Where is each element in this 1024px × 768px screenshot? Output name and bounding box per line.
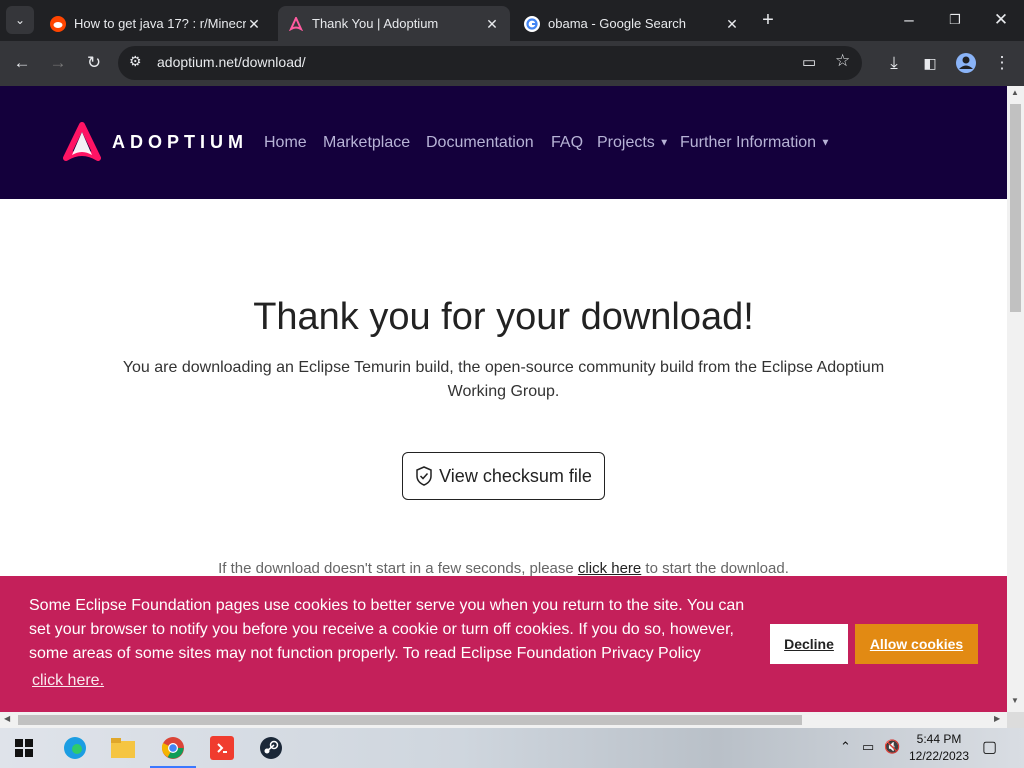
- page-subtitle: You are downloading an Eclipse Temurin b…: [122, 359, 885, 400]
- scroll-right-icon[interactable]: ▶: [994, 714, 1000, 723]
- download-note: If the download doesn't start in a few s…: [0, 560, 1007, 577]
- nav-further-information[interactable]: Further Information ▼: [680, 134, 830, 152]
- file-explorer-icon[interactable]: [109, 734, 137, 762]
- system-clock[interactable]: 5:44 PM 12/22/2023: [906, 731, 972, 765]
- forward-icon[interactable]: →: [44, 49, 72, 77]
- page-content: ADOPTIUM Home Marketplace Documentation …: [0, 86, 1007, 712]
- adoptium-logo-icon[interactable]: [63, 122, 101, 167]
- shield-check-icon: [415, 466, 433, 486]
- tab-reddit[interactable]: How to get java 17? : r/Minecra ✕: [40, 6, 272, 41]
- address-bar[interactable]: ⚙ adoptium.net/download/ ▭ ☆: [118, 46, 862, 80]
- notifications-icon[interactable]: ▢: [982, 737, 997, 757]
- back-icon[interactable]: ←: [8, 49, 36, 77]
- chrome-icon[interactable]: [159, 734, 187, 762]
- tab-search-button[interactable]: ⌄: [6, 6, 34, 34]
- nav-projects-label: Projects: [597, 134, 655, 151]
- nav-marketplace[interactable]: Marketplace: [323, 134, 410, 152]
- cookie-banner: Some Eclipse Foundation pages use cookie…: [0, 576, 1007, 712]
- nav-documentation[interactable]: Documentation: [426, 134, 534, 152]
- download-note-suffix: to start the download.: [641, 560, 789, 577]
- view-checksum-button[interactable]: View checksum file: [402, 452, 605, 500]
- download-note-prefix: If the download doesn't start in a few s…: [218, 560, 578, 577]
- steam-icon[interactable]: [257, 734, 285, 762]
- url-text[interactable]: adoptium.net/download/: [157, 54, 306, 70]
- privacy-policy-link[interactable]: click here.: [32, 669, 104, 693]
- decline-cookies-button[interactable]: Decline: [770, 624, 848, 664]
- tab-google[interactable]: obama - Google Search ✕: [514, 6, 750, 41]
- nav-further-information-label: Further Information: [680, 134, 817, 151]
- reload-icon[interactable]: ↻: [80, 49, 108, 77]
- horizontal-scroll-thumb[interactable]: [18, 715, 802, 725]
- page-title: Thank you for your download!: [253, 296, 754, 338]
- reddit-icon: [50, 15, 66, 32]
- side-panel-icon[interactable]: ◧: [916, 49, 944, 77]
- close-icon[interactable]: ✕: [246, 16, 262, 32]
- new-tab-button[interactable]: +: [754, 6, 782, 34]
- site-header: ADOPTIUM Home Marketplace Documentation …: [0, 86, 1007, 199]
- nav-faq[interactable]: FAQ: [551, 134, 583, 152]
- tab-title: How to get java 17? : r/Minecra: [74, 16, 246, 31]
- browser-toolbar: ← → ↻ ⚙ adoptium.net/download/ ▭ ☆ ⤓ ◧ ⋮: [0, 41, 1024, 86]
- start-button[interactable]: [10, 734, 38, 762]
- nav-projects[interactable]: Projects ▼: [597, 134, 669, 152]
- site-logo-text[interactable]: ADOPTIUM: [112, 132, 248, 153]
- restore-button[interactable]: ❐: [941, 6, 969, 34]
- clock-time: 5:44 PM: [916, 732, 962, 746]
- close-icon[interactable]: ✕: [724, 16, 740, 32]
- site-info-icon[interactable]: ⚙: [129, 53, 142, 70]
- close-window-button[interactable]: ✕: [987, 6, 1015, 34]
- scrollbar-corner: [1007, 712, 1024, 728]
- nav-home[interactable]: Home: [264, 134, 307, 152]
- windows-icon: [15, 739, 33, 757]
- download-click-here-link[interactable]: click here: [578, 560, 641, 577]
- adoptium-icon: [288, 16, 304, 32]
- google-icon: [524, 15, 540, 32]
- git-app-icon[interactable]: [208, 734, 236, 762]
- minimize-button[interactable]: –: [895, 6, 923, 34]
- view-checksum-label: View checksum file: [439, 465, 592, 486]
- profile-avatar[interactable]: [952, 49, 980, 77]
- menu-icon[interactable]: ⋮: [988, 49, 1016, 77]
- scroll-down-icon[interactable]: ▼: [1011, 696, 1019, 705]
- cookie-message-text: Some Eclipse Foundation pages use cookie…: [29, 597, 745, 662]
- tab-title: Thank You | Adoptium: [312, 16, 439, 31]
- scroll-up-icon[interactable]: ▲: [1011, 88, 1019, 97]
- network-icon[interactable]: ▭: [862, 739, 874, 755]
- tab-strip: ⌄ How to get java 17? : r/Minecra ✕ Than…: [0, 0, 1024, 41]
- allow-cookies-button[interactable]: Allow cookies: [855, 624, 978, 664]
- horizontal-scrollbar[interactable]: ◀ ▶: [0, 712, 1007, 728]
- caret-down-icon: ▼: [659, 137, 670, 149]
- edge-icon[interactable]: [61, 734, 89, 762]
- download-icon[interactable]: ⤓: [880, 49, 908, 77]
- tab-adoptium[interactable]: Thank You | Adoptium ✕: [278, 6, 510, 41]
- windows-taskbar: ⌃ ▭ 🔇 5:44 PM 12/22/2023 ▢: [0, 728, 1024, 768]
- vertical-scrollbar[interactable]: ▲ ▼: [1007, 86, 1024, 712]
- install-app-icon[interactable]: ▭: [802, 53, 816, 71]
- volume-muted-icon[interactable]: 🔇: [884, 739, 900, 755]
- tab-title: obama - Google Search: [548, 16, 687, 31]
- caret-down-icon: ▼: [820, 137, 831, 149]
- clock-date: 12/22/2023: [908, 749, 970, 763]
- vertical-scroll-thumb[interactable]: [1010, 104, 1021, 312]
- cookie-message: Some Eclipse Foundation pages use cookie…: [29, 594, 759, 693]
- scroll-left-icon[interactable]: ◀: [4, 714, 10, 723]
- close-icon[interactable]: ✕: [484, 16, 500, 32]
- bookmark-star-icon[interactable]: ☆: [835, 51, 850, 71]
- show-hidden-icons-icon[interactable]: ⌃: [840, 739, 851, 755]
